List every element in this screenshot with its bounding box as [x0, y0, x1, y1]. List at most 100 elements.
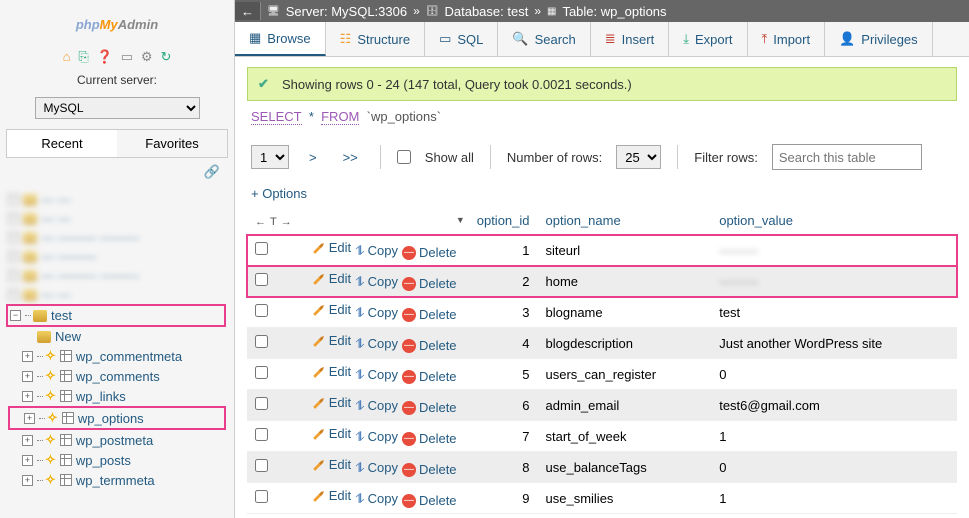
options-toggle[interactable]: + Options: [247, 182, 957, 205]
tree-item-hidden[interactable]: +— —: [8, 190, 226, 209]
expand-icon[interactable]: +: [22, 371, 33, 382]
delete-button[interactable]: —Delete: [402, 245, 457, 260]
server-select[interactable]: MySQL: [35, 97, 200, 119]
delete-button[interactable]: —Delete: [402, 431, 457, 446]
edit-button[interactable]: Edit: [312, 457, 351, 472]
bc-server[interactable]: Server: MySQL:3306: [286, 4, 407, 19]
home-icon[interactable]: ⌂: [63, 49, 71, 64]
tab-export[interactable]: ⤓Export: [669, 22, 747, 56]
tree-item-hidden[interactable]: +— —: [8, 285, 226, 304]
collapse-icon[interactable]: −: [10, 310, 21, 321]
bc-database[interactable]: Database: test: [444, 4, 528, 19]
docs-icon[interactable]: ❓: [97, 49, 113, 64]
delete-button[interactable]: —Delete: [402, 400, 457, 415]
copy-button[interactable]: ⥮Copy: [355, 367, 398, 383]
expand-icon[interactable]: +: [22, 455, 33, 466]
row-checkbox[interactable]: [255, 366, 268, 379]
favorite-icon[interactable]: ✧: [45, 348, 56, 364]
tab-privileges[interactable]: 👤Privileges: [825, 22, 933, 56]
copy-button[interactable]: ⥮Copy: [355, 491, 398, 507]
tab-import[interactable]: ⤒Import: [748, 22, 826, 56]
tab-structure[interactable]: ☷Structure: [326, 22, 425, 56]
tab-sql[interactable]: ▭SQL: [425, 22, 498, 56]
delete-button[interactable]: —Delete: [402, 276, 457, 291]
edit-button[interactable]: Edit: [312, 271, 351, 286]
row-checkbox[interactable]: [255, 242, 268, 255]
reload-icon[interactable]: ↻: [160, 49, 171, 64]
tree-table-wp_postmeta[interactable]: +✧wp_postmeta: [8, 430, 226, 450]
favorite-icon[interactable]: ✧: [45, 388, 56, 404]
tree-item-hidden[interactable]: +— ——— ———: [8, 266, 226, 285]
row-checkbox[interactable]: [255, 490, 268, 503]
col-option-id[interactable]: option_id: [469, 207, 538, 235]
numrows-select[interactable]: 25: [616, 145, 661, 169]
expand-icon[interactable]: +: [22, 351, 33, 362]
favorite-icon[interactable]: ✧: [45, 472, 56, 488]
copy-button[interactable]: ⥮Copy: [355, 336, 398, 352]
row-checkbox[interactable]: [255, 428, 268, 441]
col-reorder-icon[interactable]: ←T→: [255, 216, 296, 228]
copy-button[interactable]: ⥮Copy: [355, 274, 398, 290]
showall-checkbox[interactable]: [397, 150, 411, 164]
row-checkbox[interactable]: [255, 273, 268, 286]
last-page[interactable]: >>: [337, 150, 364, 165]
edit-button[interactable]: Edit: [312, 364, 351, 379]
tree-table-wp_posts[interactable]: +✧wp_posts: [8, 450, 226, 470]
tree-db-test[interactable]: − test: [6, 304, 226, 327]
copy-button[interactable]: ⥮Copy: [355, 305, 398, 321]
tree-table-wp_termmeta[interactable]: +✧wp_termmeta: [8, 470, 226, 490]
delete-button[interactable]: —Delete: [402, 369, 457, 384]
expand-icon[interactable]: +: [24, 413, 35, 424]
bc-table[interactable]: Table: wp_options: [562, 4, 666, 19]
copy-button[interactable]: ⥮Copy: [355, 398, 398, 414]
row-checkbox[interactable]: [255, 397, 268, 410]
tree-item-hidden[interactable]: +— ———: [8, 247, 226, 266]
tree-item-hidden[interactable]: +— ——— ———: [8, 228, 226, 247]
row-checkbox[interactable]: [255, 335, 268, 348]
link-icon[interactable]: 🔗: [0, 158, 234, 186]
tree-table-wp_links[interactable]: +✧wp_links: [8, 386, 226, 406]
tree-new[interactable]: New: [8, 327, 226, 346]
expand-icon[interactable]: +: [22, 435, 33, 446]
col-option-value[interactable]: option_value: [711, 207, 957, 235]
sort-icon[interactable]: ▼: [456, 215, 465, 225]
filter-input[interactable]: [772, 144, 922, 170]
page-select[interactable]: 1: [251, 145, 289, 169]
expand-icon[interactable]: +: [22, 475, 33, 486]
edit-button[interactable]: Edit: [312, 302, 351, 317]
logo[interactable]: phpMyAdmin: [0, 0, 234, 44]
favorite-icon[interactable]: ✧: [45, 432, 56, 448]
expand-icon[interactable]: +: [22, 391, 33, 402]
tab-insert[interactable]: ≣Insert: [591, 22, 669, 56]
copy-button[interactable]: ⥮Copy: [355, 460, 398, 476]
tab-search[interactable]: 🔍Search: [498, 22, 590, 56]
delete-button[interactable]: —Delete: [402, 338, 457, 353]
edit-button[interactable]: Edit: [312, 426, 351, 441]
favorite-icon[interactable]: ✧: [47, 410, 58, 426]
delete-button[interactable]: —Delete: [402, 307, 457, 322]
nav-left-icon[interactable]: ←: [235, 2, 261, 20]
favorite-icon[interactable]: ✧: [45, 368, 56, 384]
sql-icon[interactable]: ▭: [121, 49, 133, 64]
settings-icon[interactable]: ⚙: [141, 49, 153, 64]
tree-table-wp_options[interactable]: +✧wp_options: [8, 406, 226, 430]
edit-button[interactable]: Edit: [312, 240, 351, 255]
delete-button[interactable]: —Delete: [402, 493, 457, 508]
tab-browse[interactable]: ▦Browse: [235, 22, 326, 56]
edit-button[interactable]: Edit: [312, 488, 351, 503]
favorite-icon[interactable]: ✧: [45, 452, 56, 468]
tab-favorites[interactable]: Favorites: [117, 130, 227, 157]
logout-icon[interactable]: ⎘: [78, 49, 88, 64]
tree-table-wp_commentmeta[interactable]: +✧wp_commentmeta: [8, 346, 226, 366]
copy-button[interactable]: ⥮Copy: [355, 243, 398, 259]
copy-button[interactable]: ⥮Copy: [355, 429, 398, 445]
edit-button[interactable]: Edit: [312, 395, 351, 410]
tree-table-wp_comments[interactable]: +✧wp_comments: [8, 366, 226, 386]
col-option-name[interactable]: option_name: [538, 207, 712, 235]
delete-button[interactable]: —Delete: [402, 462, 457, 477]
row-checkbox[interactable]: [255, 459, 268, 472]
tree-item-hidden[interactable]: +— —: [8, 209, 226, 228]
row-checkbox[interactable]: [255, 304, 268, 317]
edit-button[interactable]: Edit: [312, 333, 351, 348]
tab-recent[interactable]: Recent: [7, 130, 117, 157]
